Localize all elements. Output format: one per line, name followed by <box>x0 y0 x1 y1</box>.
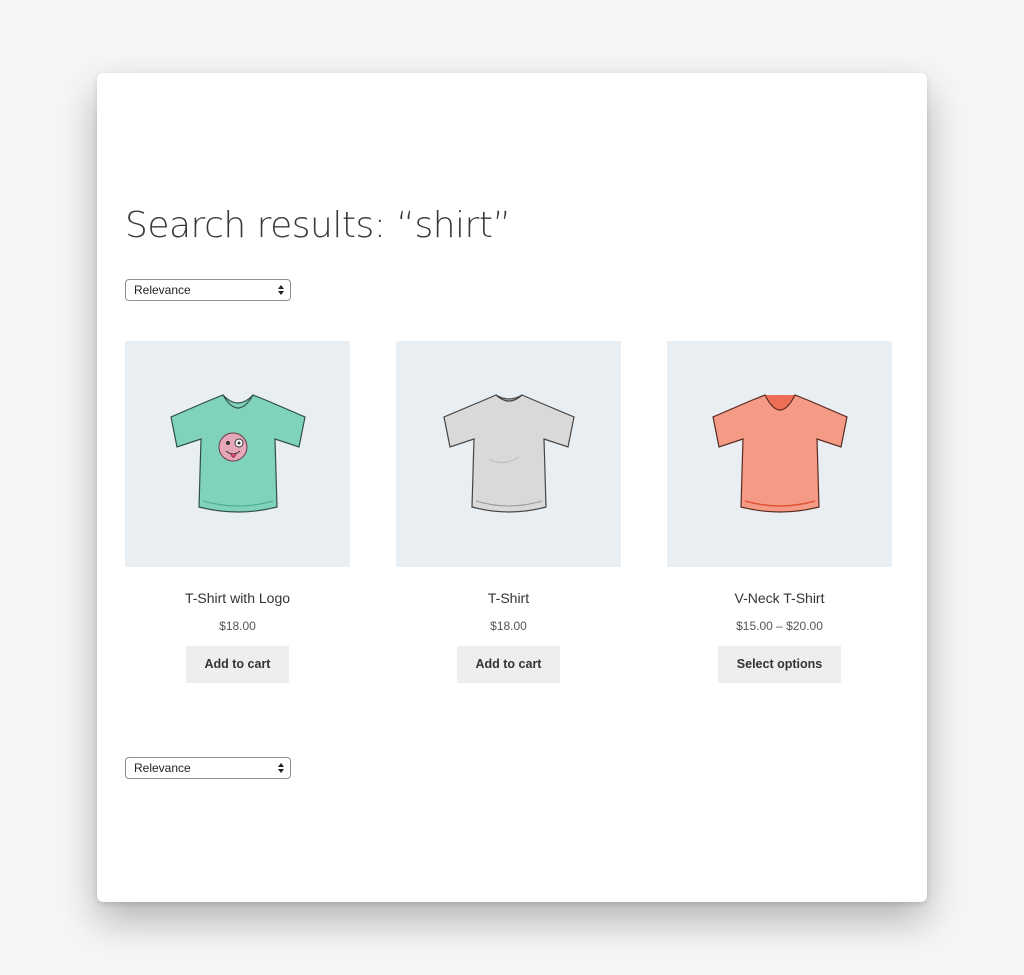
product-price: $15.00 – $20.00 <box>736 619 823 633</box>
product-image-link[interactable] <box>667 341 892 567</box>
product-image-link[interactable] <box>396 341 621 567</box>
product-title[interactable]: V-Neck T-Shirt <box>667 590 892 608</box>
product-card: T-Shirt with Logo $18.00 Add to cart <box>125 341 350 683</box>
product-card: T-Shirt $18.00 Add to cart <box>396 341 621 683</box>
sort-order-value: Relevance <box>134 283 191 297</box>
tshirt-with-logo-image <box>169 394 306 513</box>
add-to-cart-button[interactable]: Add to cart <box>456 646 561 683</box>
sort-order-select-top[interactable]: Relevance <box>125 279 291 301</box>
tshirt-image <box>442 394 575 513</box>
select-arrows-icon <box>278 763 284 773</box>
select-arrows-icon <box>278 285 284 295</box>
product-title[interactable]: T-Shirt with Logo <box>125 590 350 608</box>
page-title: Search results: “shirt” <box>125 205 511 246</box>
add-to-cart-button[interactable]: Add to cart <box>185 646 290 683</box>
product-image-link[interactable] <box>125 341 350 567</box>
product-title[interactable]: T-Shirt <box>396 590 621 608</box>
sort-order-value: Relevance <box>134 761 191 775</box>
sort-order-select-bottom[interactable]: Relevance <box>125 757 291 779</box>
product-price: $18.00 <box>490 619 527 633</box>
product-price: $18.00 <box>219 619 256 633</box>
browser-window: Search results: “shirt” Relevance T-Shir… <box>97 73 927 902</box>
select-options-button[interactable]: Select options <box>717 646 842 683</box>
vneck-tshirt-image <box>711 394 848 513</box>
product-card: V-Neck T-Shirt $15.00 – $20.00 Select op… <box>667 341 892 683</box>
